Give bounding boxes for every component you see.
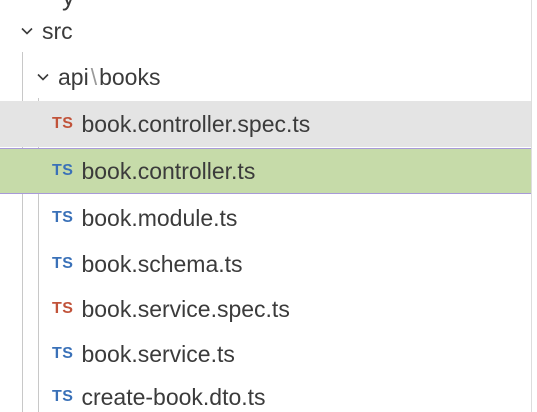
tree-file-book-service[interactable]: TS book.service.ts [0, 331, 537, 377]
chevron-down-icon[interactable] [20, 24, 34, 38]
typescript-icon: TS [52, 300, 74, 317]
folder-label-books: books [99, 63, 161, 90]
typescript-icon: TS [52, 115, 74, 132]
path-separator: \ [90, 63, 98, 90]
typescript-icon: TS [52, 255, 74, 272]
tree-file-book-service-spec[interactable]: TS book.service.spec.ts [0, 286, 537, 332]
tree-folder-api-books[interactable]: api \ books [0, 54, 537, 100]
file-label: book.module.ts [81, 204, 238, 231]
file-label: book.controller.ts [81, 157, 256, 184]
folder-label-src: src [42, 17, 73, 44]
file-label: book.controller.spec.ts [81, 110, 311, 137]
file-label: create-book.dto.ts [81, 383, 266, 410]
chevron-down-icon[interactable] [36, 70, 50, 84]
tree-file-book-module[interactable]: TS book.module.ts [0, 195, 537, 241]
tree-file-create-book-dto[interactable]: TS create-book.dto.ts [0, 374, 537, 412]
tree-file-book-controller[interactable]: TS book.controller.ts [0, 148, 537, 194]
typescript-icon: TS [52, 388, 74, 405]
file-label: book.schema.ts [81, 250, 243, 277]
file-label: book.service.ts [81, 340, 235, 367]
typescript-icon: TS [52, 345, 74, 362]
tree-folder-src[interactable]: src [0, 8, 537, 54]
typescript-icon: TS [52, 209, 74, 226]
folder-label-api: api [58, 63, 89, 90]
cutoff-text: y [62, 0, 75, 9]
file-label: book.service.spec.ts [81, 295, 290, 322]
tree-file-book-schema[interactable]: TS book.schema.ts [0, 241, 537, 287]
scrollbar-track[interactable] [531, 0, 537, 412]
tree-file-book-controller-spec[interactable]: TS book.controller.spec.ts [0, 101, 537, 147]
file-explorer: y src api \ books TS book.controller.spe… [0, 0, 537, 412]
typescript-icon: TS [52, 162, 74, 179]
